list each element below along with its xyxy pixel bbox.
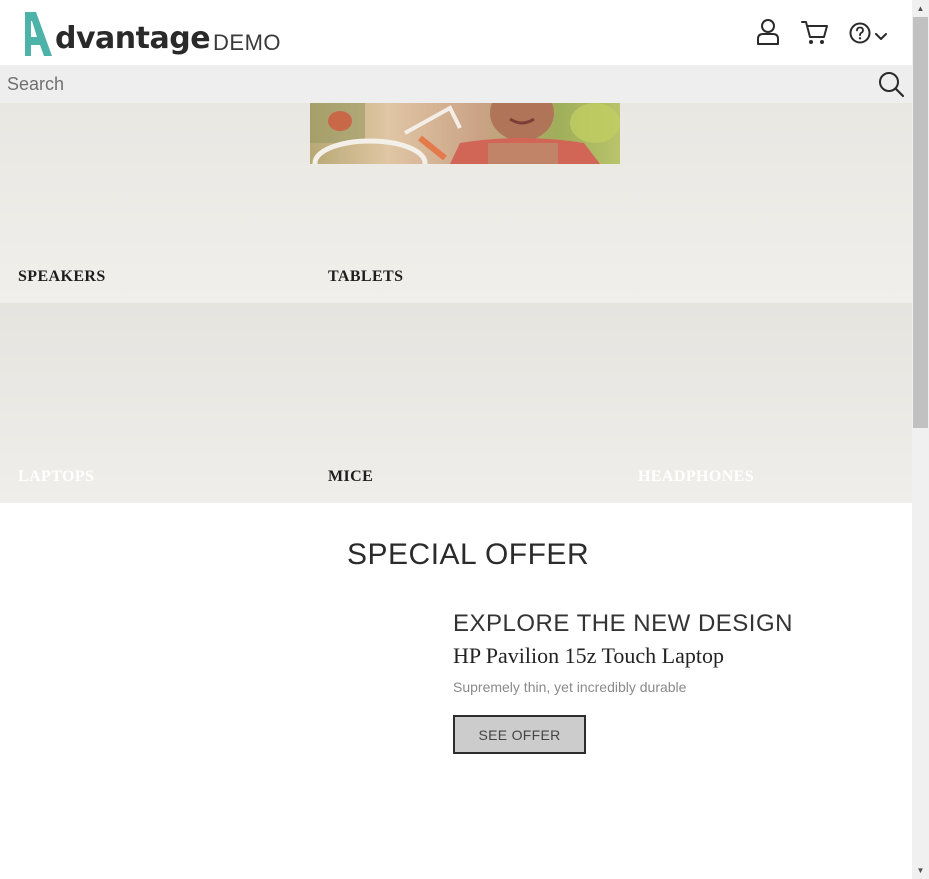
- category-label-headphones[interactable]: HEADPHONES: [638, 468, 754, 486]
- special-offer-subheading: EXPLORE THE NEW DESIGN: [453, 610, 793, 637]
- category-empty: [620, 103, 912, 303]
- scroll-up-arrow-icon[interactable]: ▲: [912, 0, 929, 17]
- search-input[interactable]: [0, 65, 860, 103]
- logo-a-icon: [25, 12, 52, 56]
- special-offer-product: HP Pavilion 15z Touch Laptop: [453, 643, 724, 668]
- category-speakers[interactable]: SPEAKERS: [0, 103, 310, 303]
- search-bar: [0, 65, 912, 103]
- category-row-2: LAPTOPS MICE HEADPHONES: [0, 303, 912, 503]
- special-offer-description: Supremely thin, yet incredibly durable: [453, 679, 687, 695]
- category-label-laptops[interactable]: LAPTOPS: [18, 468, 94, 486]
- logo-demo: DEMO: [213, 30, 282, 55]
- category-label-speakers[interactable]: SPEAKERS: [18, 268, 106, 286]
- special-offer-heading: SPECIAL OFFER: [347, 538, 590, 571]
- search-icon[interactable]: [878, 71, 905, 103]
- category-laptops[interactable]: LAPTOPS: [0, 303, 310, 503]
- category-headphones[interactable]: HEADPHONES: [620, 303, 912, 503]
- logo[interactable]: dvantage DEMO: [22, 10, 281, 56]
- category-label-tablets[interactable]: TABLETS: [328, 268, 403, 286]
- category-label-mice[interactable]: MICE: [328, 468, 373, 486]
- logo-word: dvantage: [55, 21, 211, 56]
- scrollbar[interactable]: ▲ ▼: [912, 0, 929, 879]
- page: dvantage DEMO Search SPEAKERS TABLETS LA…: [0, 0, 912, 879]
- user-icon[interactable]: [756, 18, 780, 51]
- see-offer-button[interactable]: SEE OFFER: [453, 715, 586, 754]
- category-row-1: SPEAKERS TABLETS: [0, 103, 912, 303]
- scroll-down-arrow-icon[interactable]: ▼: [912, 862, 929, 879]
- category-tablets[interactable]: TABLETS: [310, 103, 620, 303]
- tablets-image: [310, 103, 620, 164]
- category-mice[interactable]: MICE: [310, 303, 620, 503]
- chevron-down-icon[interactable]: [875, 28, 887, 46]
- scrollbar-thumb[interactable]: [913, 17, 928, 428]
- help-icon[interactable]: [849, 22, 871, 49]
- cart-icon[interactable]: [801, 20, 829, 51]
- header: dvantage DEMO: [0, 0, 912, 65]
